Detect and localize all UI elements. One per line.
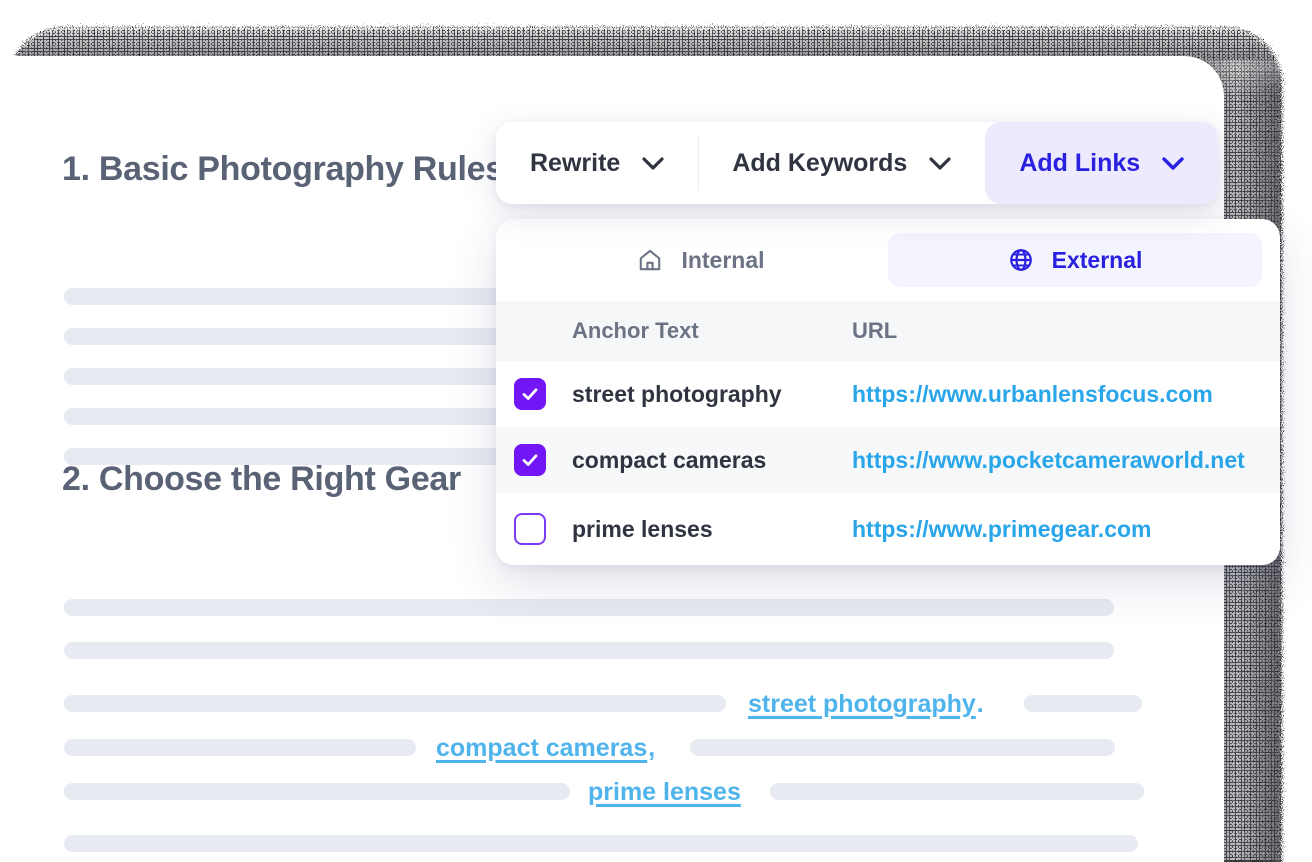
inline-link-punctuation: . <box>976 690 984 718</box>
header-cell-url: URL <box>852 318 898 343</box>
row-anchor-text: compact cameras <box>572 446 767 473</box>
screenshot-root: 1. Basic Photography Rules 2. Choose the… <box>0 0 1312 862</box>
tab-internal[interactable]: Internal <box>514 233 888 287</box>
toolbar-item-label: Add Keywords <box>732 148 908 177</box>
inline-link-prime-lenses[interactable]: prime lenses <box>588 778 741 807</box>
inline-link-street-photography[interactable]: street photography <box>748 690 976 719</box>
toolbar-item-label: Rewrite <box>530 148 621 177</box>
table-row[interactable]: street photography https://www.urbanlens… <box>496 361 1280 427</box>
table-row[interactable]: prime lenses https://www.primegear.com <box>496 493 1280 565</box>
link-type-tabs: Internal External <box>496 219 1280 301</box>
row-checkbox-cell <box>514 513 572 545</box>
row-url[interactable]: https://www.primegear.com <box>852 516 1262 543</box>
tab-label: External <box>1051 246 1143 273</box>
skeleton-line <box>64 783 570 800</box>
inline-link-punctuation: , <box>648 734 656 762</box>
row-anchor-text: street photography <box>572 380 782 407</box>
toolbar-item-rewrite[interactable]: Rewrite <box>496 122 698 204</box>
home-icon <box>640 249 661 271</box>
chevron-down-icon <box>929 156 951 170</box>
skeleton-line <box>64 695 726 712</box>
globe-icon <box>1009 249 1032 271</box>
row-checkbox[interactable] <box>514 378 546 410</box>
links-table-header: Anchor Text URL <box>496 301 1280 361</box>
skeleton-line <box>64 599 1114 616</box>
tab-external[interactable]: External <box>888 233 1262 287</box>
skeleton-line <box>1024 695 1142 712</box>
document-heading-1: 1. Basic Photography Rules <box>62 150 504 188</box>
chevron-down-icon <box>642 156 664 170</box>
check-icon <box>522 388 538 400</box>
toolbar-item-add-links[interactable]: Add Links <box>985 122 1219 204</box>
row-anchor-text: prime lenses <box>572 515 713 542</box>
check-icon <box>522 454 538 466</box>
row-checkbox[interactable] <box>514 444 546 476</box>
document-heading-2: 2. Choose the Right Gear <box>62 460 461 498</box>
header-cell-anchor-text: Anchor Text <box>572 318 699 343</box>
skeleton-line <box>770 783 1144 800</box>
inline-link-compact-cameras[interactable]: compact cameras <box>436 734 647 763</box>
row-checkbox-cell <box>514 444 572 476</box>
row-checkbox[interactable] <box>514 513 546 545</box>
skeleton-line <box>64 642 1114 659</box>
chevron-down-icon <box>1162 156 1184 170</box>
skeleton-line <box>64 835 1138 852</box>
row-url[interactable]: https://www.urbanlensfocus.com <box>852 381 1262 408</box>
ai-action-toolbar: Rewrite Add Keywords Add Links <box>496 122 1219 204</box>
toolbar-item-add-keywords[interactable]: Add Keywords <box>698 122 985 204</box>
row-checkbox-cell <box>514 378 572 410</box>
skeleton-line <box>690 739 1115 756</box>
row-url[interactable]: https://www.pocketcameraworld.net <box>852 447 1262 474</box>
add-links-dropdown-panel: Internal External Anchor Text URL street… <box>496 219 1280 565</box>
tab-label: Internal <box>681 246 765 273</box>
toolbar-item-label: Add Links <box>1019 148 1141 177</box>
skeleton-line <box>64 739 416 756</box>
table-row[interactable]: compact cameras https://www.pocketcamera… <box>496 427 1280 493</box>
